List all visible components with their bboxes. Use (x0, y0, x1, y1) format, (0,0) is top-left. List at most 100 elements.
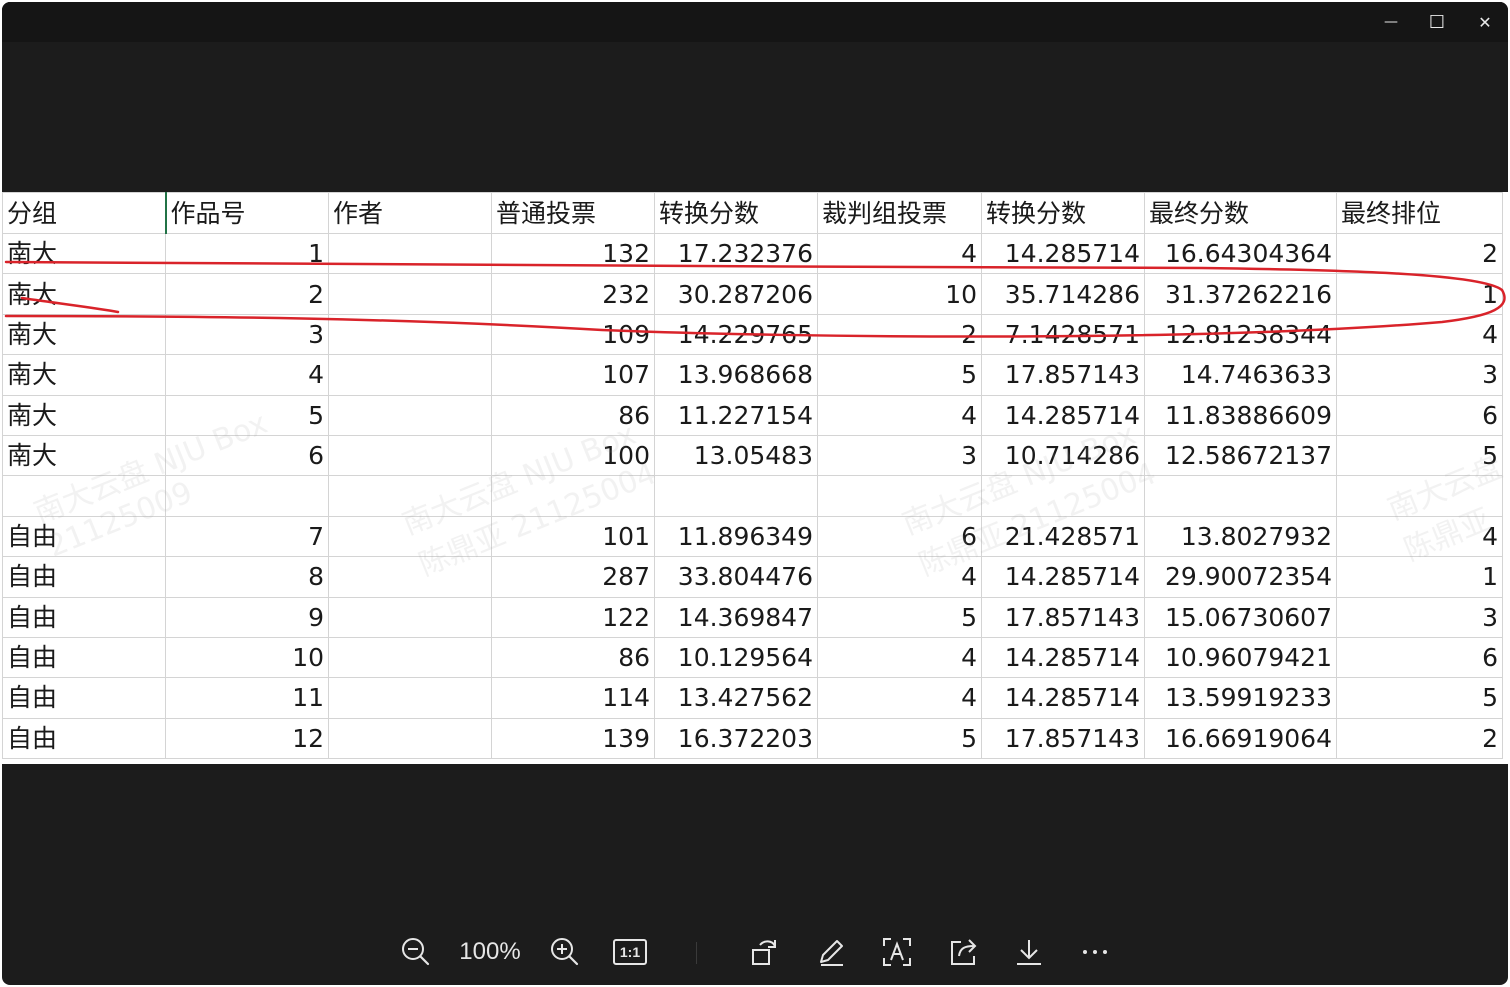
rotate-icon (752, 940, 776, 965)
table-cell: 29.90072354 (1144, 556, 1337, 598)
table-cell: 南大 (2, 354, 166, 396)
maximize-icon: ☐ (1428, 11, 1446, 33)
table-row: 自由 10 86 10.129564 4 14.285714 10.96079421 6 (2, 636, 1503, 679)
spreadsheet-table: 分组 作品号 作者 普通投票 转换分数 裁判组投票 转换分数 最终分数 最终排位 南大 1 132 17… (2, 192, 1503, 760)
maximize-button[interactable]: ☐ (1414, 2, 1460, 42)
table-cell: 自由 (2, 677, 166, 719)
table-cell: 4 (1336, 313, 1503, 356)
table-cell (328, 636, 492, 679)
table-cell: 13.8027932 (1144, 515, 1337, 558)
table-cell: 13.968668 (654, 354, 818, 396)
table-cell: 3 (817, 434, 982, 477)
table-cell (1144, 475, 1337, 517)
table-cell: 11.227154 (654, 394, 818, 436)
table-cell (817, 475, 982, 517)
table-cell: 6 (165, 434, 329, 477)
table-row: 自由 9 122 14.369847 5 17.857143 15.06730607 3 (2, 596, 1503, 638)
table-cell: 自由 (2, 717, 166, 760)
table-cell: 132 (491, 232, 655, 275)
table-row: 南大 5 86 11.227154 4 14.285714 11.83886609 6 (2, 394, 1503, 436)
table-cell (981, 475, 1145, 517)
table-cell: 287 (491, 556, 655, 598)
table-cell: 16.64304364 (1144, 232, 1337, 275)
table-cell: 14.285714 (981, 232, 1145, 275)
header-cell: 最终分数 (1144, 192, 1337, 234)
table-cell: 6 (817, 515, 982, 558)
table-cell: 13.59919233 (1144, 677, 1337, 719)
table-row: 自由 11 114 13.427562 4 14.285714 13.59919233 5 (2, 677, 1503, 719)
table-cell: 南大 (2, 434, 166, 477)
photo-viewer-window: — ☐ ✕ 分组 作品号 作者 普通投票 转换分数 裁判组投票 转换分数 最终分数 最终排位 南大… (2, 2, 1508, 985)
rotate-button[interactable] (744, 934, 784, 970)
pencil-icon (820, 940, 843, 966)
table-cell (328, 434, 492, 477)
table-cell (2, 475, 166, 517)
header-cell: 最终排位 (1336, 192, 1503, 234)
more-icon (1083, 950, 1107, 954)
more-button[interactable] (1075, 934, 1115, 970)
table-cell: 86 (491, 394, 655, 436)
header-cell: 作品号 (165, 192, 329, 234)
table-cell: 17.857143 (981, 354, 1145, 396)
header-cell: 分组 (2, 192, 167, 234)
table-cell: 10.129564 (654, 636, 818, 679)
table-cell: 5 (817, 354, 982, 396)
table-cell: 10.714286 (981, 434, 1145, 477)
table-cell: 14.285714 (981, 677, 1145, 719)
table-cell: 2 (165, 273, 329, 315)
table-row (2, 475, 1503, 517)
table-cell: 14.285714 (981, 556, 1145, 598)
table-cell: 1 (165, 232, 329, 275)
table-cell: 35.714286 (981, 273, 1145, 315)
share-button[interactable] (943, 934, 983, 970)
table-cell: 11 (165, 677, 329, 719)
close-button[interactable]: ✕ (1462, 2, 1508, 42)
table-cell (328, 596, 492, 638)
table-cell: 5 (1336, 434, 1503, 477)
edit-button[interactable] (811, 934, 851, 970)
image-canvas[interactable]: 分组 作品号 作者 普通投票 转换分数 裁判组投票 转换分数 最终分数 最终排位 南大 1 132 17… (2, 192, 1508, 764)
table-cell (654, 475, 818, 517)
zoom-level[interactable]: 100% (450, 936, 530, 968)
table-cell: 11.896349 (654, 515, 818, 558)
table-cell: 12.58672137 (1144, 434, 1337, 477)
table-cell: 2 (1336, 232, 1503, 275)
table-cell: 21.428571 (981, 515, 1145, 558)
share-icon (951, 939, 977, 965)
save-button[interactable] (1009, 934, 1049, 970)
table-cell: 15.06730607 (1144, 596, 1337, 638)
table-cell: 14.7463633 (1144, 354, 1337, 396)
table-cell: 7.1428571 (981, 313, 1145, 356)
table-cell: 7 (165, 515, 329, 558)
table-cell: 30.287206 (654, 273, 818, 315)
table-cell: 14.229765 (654, 313, 818, 356)
table-cell: 自由 (2, 556, 166, 598)
minimize-button[interactable]: — (1368, 2, 1414, 42)
actual-size-button[interactable]: 1:1 (610, 934, 650, 970)
text-recognition-icon (883, 938, 911, 966)
table-row: 南大 3 109 14.229765 2 7.1428571 12.81238344 4 (2, 313, 1503, 356)
minimize-icon: — (1384, 14, 1398, 30)
table-cell: 122 (491, 596, 655, 638)
ocr-button[interactable] (877, 934, 917, 970)
table-cell: 9 (165, 596, 329, 638)
zoom-in-button[interactable] (545, 934, 585, 970)
table-cell (165, 475, 329, 517)
zoom-out-button[interactable] (396, 934, 436, 970)
table-cell: 1 (1336, 273, 1503, 315)
table-row: 南大 6 100 13.05483 3 10.714286 12.58672137 5 (2, 434, 1503, 477)
table-cell (328, 313, 492, 356)
table-cell: 3 (1336, 596, 1503, 638)
table-cell: 10 (165, 636, 329, 679)
table-cell: 4 (817, 394, 982, 436)
table-cell: 14.285714 (981, 394, 1145, 436)
table-cell (328, 232, 492, 275)
table-cell: 13.427562 (654, 677, 818, 719)
table-cell: 4 (165, 354, 329, 396)
table-cell: 4 (1336, 515, 1503, 558)
header-cell: 转换分数 (654, 192, 818, 234)
actual-size-label: 1:1 (619, 944, 641, 960)
table-cell: 3 (1336, 354, 1503, 396)
table-cell: 4 (817, 677, 982, 719)
table-cell: 6 (1336, 636, 1503, 679)
